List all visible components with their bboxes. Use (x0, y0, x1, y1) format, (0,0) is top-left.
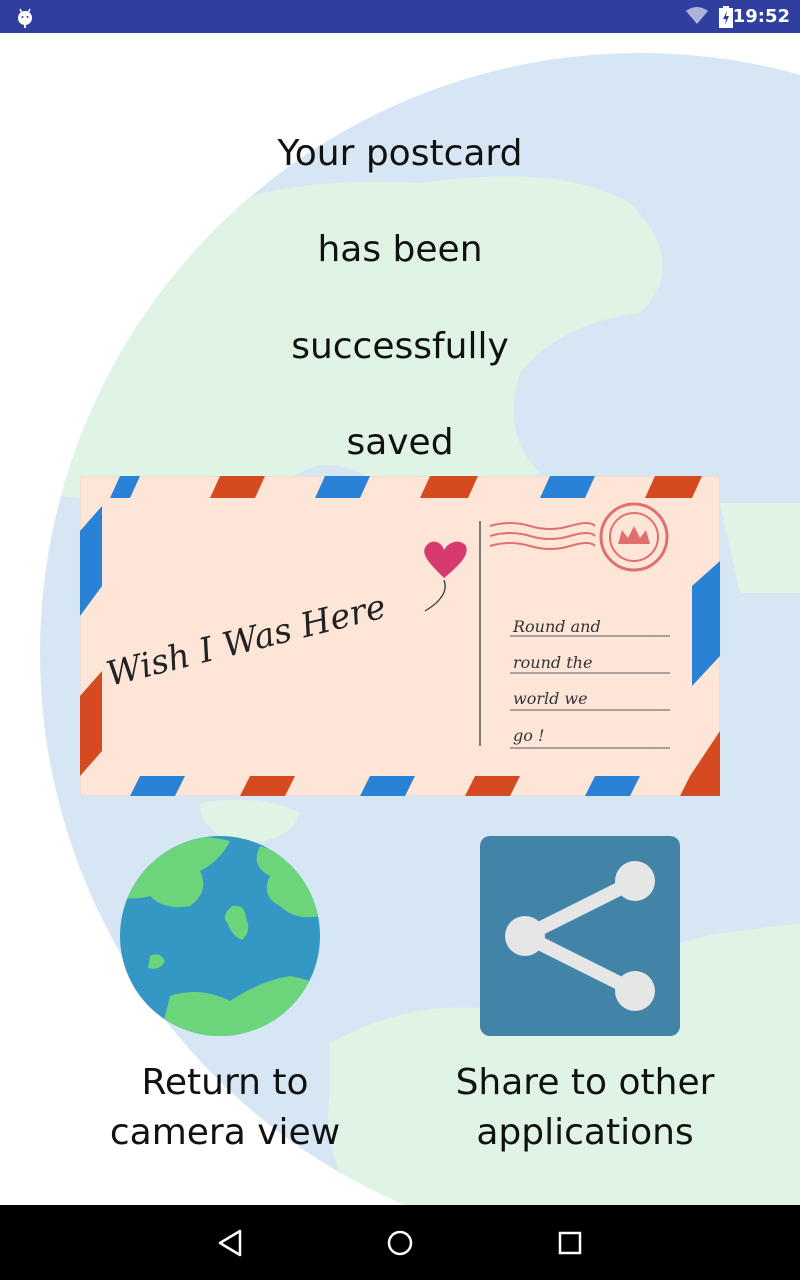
globe-icon (120, 836, 320, 1036)
clock: 19:52 (732, 6, 790, 27)
return-label-line-2: camera view (109, 1112, 341, 1153)
postcard-note-line-3: world we (513, 689, 588, 708)
battery-charging-icon (719, 6, 733, 28)
postcard-image: Wish I Was Here Round and round the worl… (80, 476, 720, 796)
return-to-camera-label[interactable]: Return to camera view (80, 1058, 370, 1158)
main-content: Your postcard has been successfully save… (0, 33, 800, 1205)
return-label-line-1: Return to (141, 1062, 309, 1103)
share-label-line-1: Share to other (455, 1062, 715, 1103)
android-debug-icon (18, 8, 32, 28)
share-label-line-2: applications (476, 1112, 694, 1153)
status-bar: 19:52 (0, 0, 800, 33)
message-line-2: has been (317, 229, 483, 270)
home-icon[interactable] (382, 1225, 418, 1261)
share-label[interactable]: Share to other applications (420, 1058, 750, 1158)
share-button[interactable] (480, 836, 680, 1036)
wifi-icon (686, 7, 708, 24)
message-line-3: successfully (291, 326, 509, 367)
return-to-camera-button[interactable] (120, 836, 320, 1036)
message-line-4: saved (346, 422, 454, 463)
message-line-1: Your postcard (277, 133, 523, 174)
postcard-note-line-2: round the (513, 653, 592, 672)
recents-icon[interactable] (552, 1225, 588, 1261)
postcard-note-line-1: Round and (512, 617, 601, 636)
back-icon[interactable] (212, 1225, 248, 1261)
postcard-note-line-4: go ! (513, 726, 544, 745)
navigation-bar (0, 1205, 800, 1280)
